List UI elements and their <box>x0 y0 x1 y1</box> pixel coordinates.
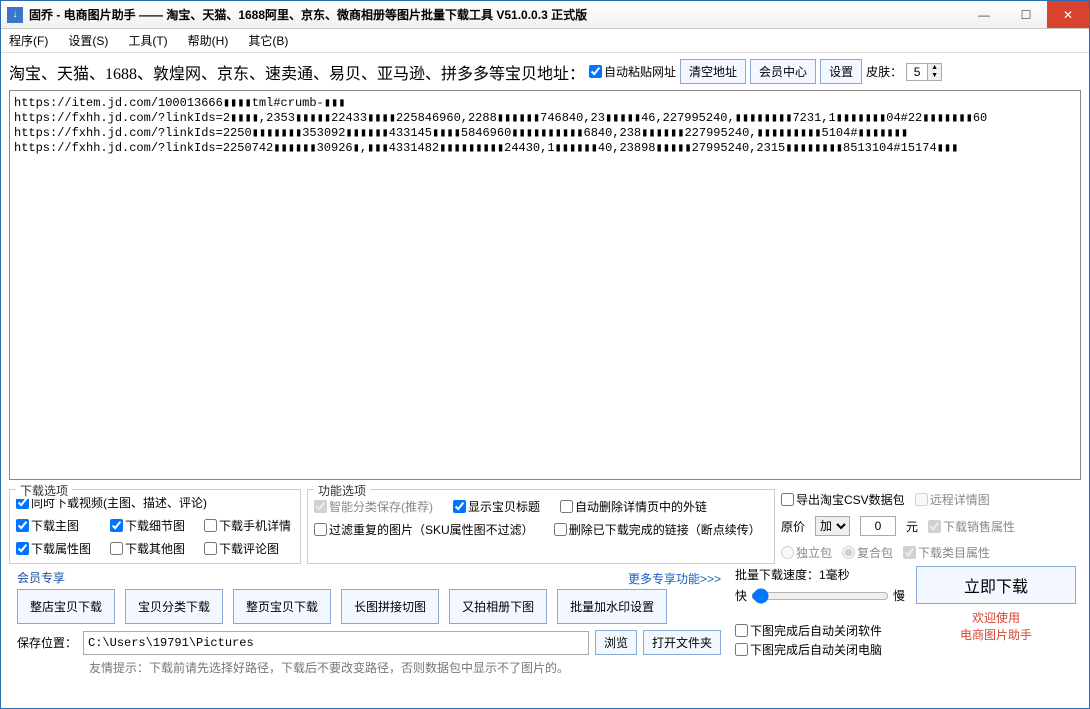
sale-attr-checkbox: 下载销售属性 <box>928 518 1015 535</box>
unit-label: 元 <box>906 518 918 535</box>
maximize-button[interactable]: ☐ <box>1005 1 1047 28</box>
auto-paste-checkbox[interactable]: 自动粘贴网址 <box>589 63 676 80</box>
combo-radio: 复合包 <box>842 544 893 561</box>
window-title: 固乔 - 电商图片助手 —— 淘宝、天猫、1688阿里、京东、微商相册等图片批量… <box>29 6 963 23</box>
clear-address-button[interactable]: 清空地址 <box>680 59 746 84</box>
speed-slider[interactable] <box>751 588 889 604</box>
category-download-button[interactable]: 宝贝分类下载 <box>125 589 223 624</box>
open-folder-button[interactable]: 打开文件夹 <box>643 630 721 655</box>
url-textarea[interactable]: https://item.jd.com/100013666▮▮▮▮tml#cru… <box>9 90 1081 480</box>
close-pc-checkbox[interactable]: 下图完成后自动关闭电脑 <box>735 641 905 658</box>
skin-label: 皮肤： <box>866 63 902 80</box>
menu-settings[interactable]: 设置(S) <box>68 32 108 49</box>
download-comment-checkbox[interactable]: 下载评论图 <box>204 540 292 557</box>
longpic-button[interactable]: 长图拼接切图 <box>341 589 439 624</box>
welcome-line1: 欢迎使用 <box>960 610 1032 627</box>
hint-text: 友情提示：下载前请先选择好路径，下载后不要改变路径，否则数据包中显示不了图片的。 <box>9 659 729 680</box>
close-button[interactable]: ✕ <box>1047 1 1089 28</box>
export-csv-checkbox[interactable]: 导出淘宝CSV数据包 <box>781 491 905 508</box>
indep-radio: 独立包 <box>781 544 832 561</box>
watermark-button[interactable]: 批量加水印设置 <box>557 589 667 624</box>
settings-button[interactable]: 设置 <box>820 59 862 84</box>
download-options-group: 下载选项 同时下载视频(主图、描述、评论) 下载主图 下载细节图 下载手机详情 … <box>9 489 301 564</box>
minimize-button[interactable]: — <box>963 1 1005 28</box>
menu-other[interactable]: 其它(B) <box>248 32 288 49</box>
welcome-line2: 电商图片助手 <box>960 627 1032 644</box>
download-detail-checkbox[interactable]: 下载细节图 <box>110 517 198 534</box>
download-other-checkbox[interactable]: 下载其他图 <box>110 540 198 557</box>
download-attr-checkbox[interactable]: 下载属性图 <box>16 540 104 557</box>
speed-label: 批量下载速度：1毫秒 <box>735 566 905 583</box>
browse-button[interactable]: 浏览 <box>595 630 637 655</box>
menu-program[interactable]: 程序(F) <box>9 32 48 49</box>
close-software-checkbox[interactable]: 下图完成后自动关闭软件 <box>735 622 905 639</box>
whole-page-button[interactable]: 整页宝贝下载 <box>233 589 331 624</box>
save-path-label: 保存位置： <box>17 634 77 651</box>
menu-tools[interactable]: 工具(T) <box>128 32 167 49</box>
app-icon: ↓ <box>7 7 23 23</box>
save-path-input[interactable] <box>83 631 589 655</box>
more-member-link[interactable]: 更多专享功能>>> <box>628 568 721 587</box>
menu-help[interactable]: 帮助(H) <box>188 32 229 49</box>
filter-dup-checkbox[interactable]: 过滤重复的图片（SKU属性图不过滤） <box>314 521 534 538</box>
del-broken-checkbox[interactable]: 删除已下载完成的链接（断点续传） <box>554 521 761 538</box>
skin-down-icon[interactable]: ▼ <box>927 72 941 80</box>
cat-attr-checkbox: 下载类目属性 <box>903 544 990 561</box>
remote-detail-checkbox: 远程详情图 <box>915 491 990 508</box>
orig-price-input[interactable] <box>860 516 896 536</box>
show-title-checkbox[interactable]: 显示宝贝标题 <box>453 498 540 515</box>
member-center-button[interactable]: 会员中心 <box>750 59 816 84</box>
skin-spinner[interactable]: ▲▼ <box>906 63 942 81</box>
skin-up-icon[interactable]: ▲ <box>927 64 941 72</box>
address-desc: 淘宝、天猫、1688、敦煌网、京东、速卖通、易贝、亚马逊、拼多多等宝贝地址： <box>9 60 585 84</box>
smart-save-checkbox: 智能分类保存(推荐) <box>314 498 433 515</box>
member-exclusive-label: 会员专享 <box>17 569 65 586</box>
del-extlink-checkbox[interactable]: 自动删除详情页中的外链 <box>560 498 707 515</box>
speed-slow-label: 慢 <box>893 587 905 604</box>
orig-price-select[interactable]: 加 <box>815 516 850 536</box>
whole-shop-button[interactable]: 整店宝贝下载 <box>17 589 115 624</box>
download-mobile-checkbox[interactable]: 下载手机详情 <box>204 517 292 534</box>
download-main-checkbox[interactable]: 下载主图 <box>16 517 104 534</box>
speed-fast-label: 快 <box>735 587 747 604</box>
album-download-button[interactable]: 又拍相册下图 <box>449 589 547 624</box>
start-download-button[interactable]: 立即下载 <box>916 566 1076 604</box>
function-options-group: 功能选项 智能分类保存(推荐) 显示宝贝标题 自动删除详情页中的外链 过滤重复的… <box>307 489 775 564</box>
skin-value-input[interactable] <box>907 64 927 80</box>
orig-price-label: 原价 <box>781 518 805 535</box>
